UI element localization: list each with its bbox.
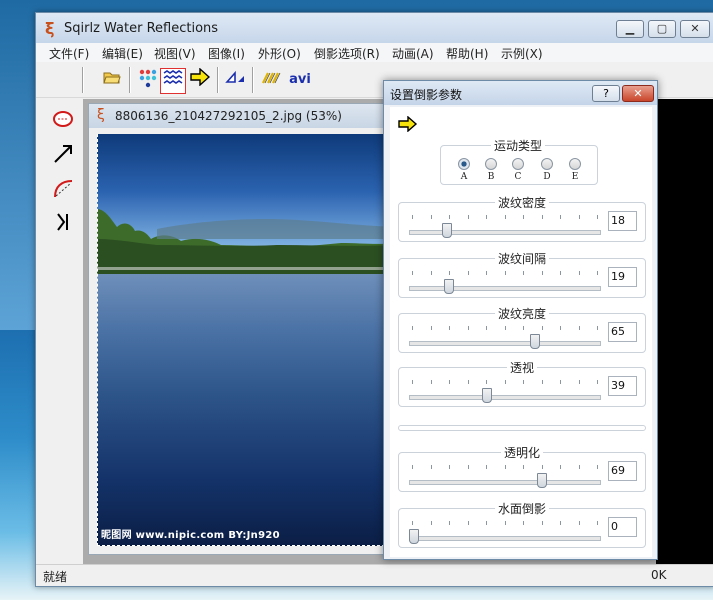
menu-image[interactable]: 图像(I)	[208, 45, 245, 62]
left-toolbar	[43, 99, 84, 565]
slider-thumb[interactable]	[442, 223, 453, 238]
rain-lines-icon[interactable]	[260, 68, 284, 92]
slider-value-input[interactable]: 0	[608, 517, 637, 537]
slider-value-input[interactable]: 65	[608, 322, 637, 342]
toolbar-separator	[217, 67, 219, 93]
slider-label: 水面倒影	[495, 500, 550, 517]
palette-icon[interactable]	[136, 68, 160, 92]
status-bar: 就绪 0K	[36, 564, 713, 586]
menu-view[interactable]: 视图(V)	[154, 45, 196, 62]
document-icon: ξ	[97, 107, 105, 123]
slider-ticks	[412, 465, 598, 469]
toolbar-separator	[82, 67, 84, 93]
menu-bar: 文件(F) 编辑(E) 视图(V) 图像(I) 外形(O) 倒影选项(R) 动画…	[36, 43, 713, 62]
dialog-body: 运动类型 A B C D E 波纹密度 18 波纹间隔 19 波纹亮度 65 透…	[390, 107, 652, 557]
menu-animation[interactable]: 动画(A)	[392, 45, 434, 62]
slider-label: 透视	[507, 359, 538, 376]
slider-group-ripple-brightness: 波纹亮度 65	[398, 305, 646, 353]
motion-option-e[interactable]: E	[567, 158, 583, 182]
slider-value-input[interactable]: 69	[608, 461, 637, 481]
motion-option-d[interactable]: D	[539, 158, 555, 182]
open-folder-icon[interactable]	[100, 68, 124, 92]
slider-group-water-reflection: 水面倒影 0	[398, 500, 646, 548]
menu-edit[interactable]: 编辑(E)	[102, 45, 143, 62]
slider-label: 波纹密度	[495, 194, 550, 211]
slider-group-ripple-spacing: 波纹间隔 19	[398, 250, 646, 298]
slider-group-transparency: 透明化 69	[398, 444, 646, 492]
split-tool-icon[interactable]	[49, 211, 77, 239]
window-title: Sqirlz Water Reflections	[64, 21, 219, 36]
slider-group-perspective: 透视 39	[398, 359, 646, 407]
document-title: 8806136_210427292105_2.jpg (53%)	[115, 109, 342, 123]
motion-option-c[interactable]: C	[510, 158, 526, 182]
curve-tool-icon[interactable]	[49, 177, 77, 205]
reflection-settings-dialog: 设置倒影参数 ? ✕ 运动类型 A B C D E 波纹密度 18 波纹间隔 1…	[383, 80, 658, 560]
motion-type-group: 运动类型 A B C D E	[440, 137, 598, 185]
menu-examples[interactable]: 示例(X)	[501, 45, 543, 62]
slider-ticks	[412, 215, 598, 219]
app-logo-icon: ξ	[45, 19, 55, 38]
slider-thumb[interactable]	[409, 529, 419, 544]
slider-ticks	[412, 521, 598, 525]
menu-file[interactable]: 文件(F)	[49, 45, 89, 62]
slider-ticks	[412, 271, 598, 275]
avi-export-button[interactable]: avi	[286, 68, 314, 92]
slider-ticks	[412, 380, 598, 384]
selection-outline	[97, 134, 395, 546]
toolbar-separator	[129, 67, 131, 93]
slider-thumb[interactable]	[537, 473, 548, 488]
water-waves-icon[interactable]	[160, 68, 186, 94]
slider-value-input[interactable]: 19	[608, 267, 637, 287]
slider-thumb[interactable]	[444, 279, 455, 294]
menu-shape[interactable]: 外形(O)	[258, 45, 301, 62]
dialog-close-button[interactable]: ✕	[622, 85, 654, 102]
arrow-right-icon[interactable]	[188, 67, 212, 92]
ellipse-tool-icon[interactable]	[49, 109, 77, 137]
slider-label: 波纹亮度	[495, 305, 550, 322]
slider-track	[409, 341, 601, 346]
slider-ticks	[412, 326, 598, 330]
preview-area	[656, 99, 713, 565]
menu-help[interactable]: 帮助(H)	[446, 45, 488, 62]
status-indicator: 0K	[651, 568, 667, 582]
dialog-title: 设置倒影参数	[390, 88, 463, 102]
motion-option-a[interactable]: A	[456, 158, 472, 182]
lake-photo[interactable]: 昵图网 www.nipic.com BY:Jn920	[97, 134, 395, 546]
line-arrow-tool-icon[interactable]	[49, 143, 77, 171]
minimize-button[interactable]: ▁	[616, 20, 644, 38]
triangle-tool-icon[interactable]	[224, 68, 248, 92]
slider-group-ripple-density: 波纹密度 18	[398, 194, 646, 242]
slider-track	[409, 536, 601, 541]
slider-thumb[interactable]	[481, 388, 492, 403]
help-button[interactable]: ?	[592, 85, 620, 102]
slider-value-input[interactable]: 18	[608, 211, 637, 231]
maximize-button[interactable]: ▢	[648, 20, 676, 38]
menu-reflection-options[interactable]: 倒影选项(R)	[314, 45, 380, 62]
slider-value-input[interactable]: 39	[608, 376, 637, 396]
document-title-bar: ξ 8806136_210427292105_2.jpg (53%)	[89, 104, 395, 128]
slider-track	[409, 395, 601, 400]
close-button[interactable]: ✕	[680, 20, 710, 38]
slider-track	[409, 286, 601, 291]
motion-type-label: 运动类型	[491, 137, 546, 154]
title-bar: ξ Sqirlz Water Reflections ▁ ▢ ✕	[36, 13, 713, 43]
slider-track	[409, 230, 601, 235]
divider	[398, 425, 646, 431]
status-text: 就绪	[43, 570, 68, 584]
photo-watermark: 昵图网 www.nipic.com BY:Jn920	[101, 530, 280, 541]
slider-label: 波纹间隔	[495, 250, 550, 267]
slider-track	[409, 480, 601, 485]
dialog-title-bar: 设置倒影参数 ? ✕	[384, 81, 657, 105]
slider-thumb[interactable]	[529, 334, 540, 349]
motion-option-b[interactable]: B	[483, 158, 499, 182]
slider-label: 透明化	[501, 444, 544, 461]
toolbar-separator	[252, 67, 254, 93]
apply-arrow-icon[interactable]	[398, 116, 418, 132]
document-window: ξ 8806136_210427292105_2.jpg (53%) 昵图网 w…	[88, 103, 396, 555]
